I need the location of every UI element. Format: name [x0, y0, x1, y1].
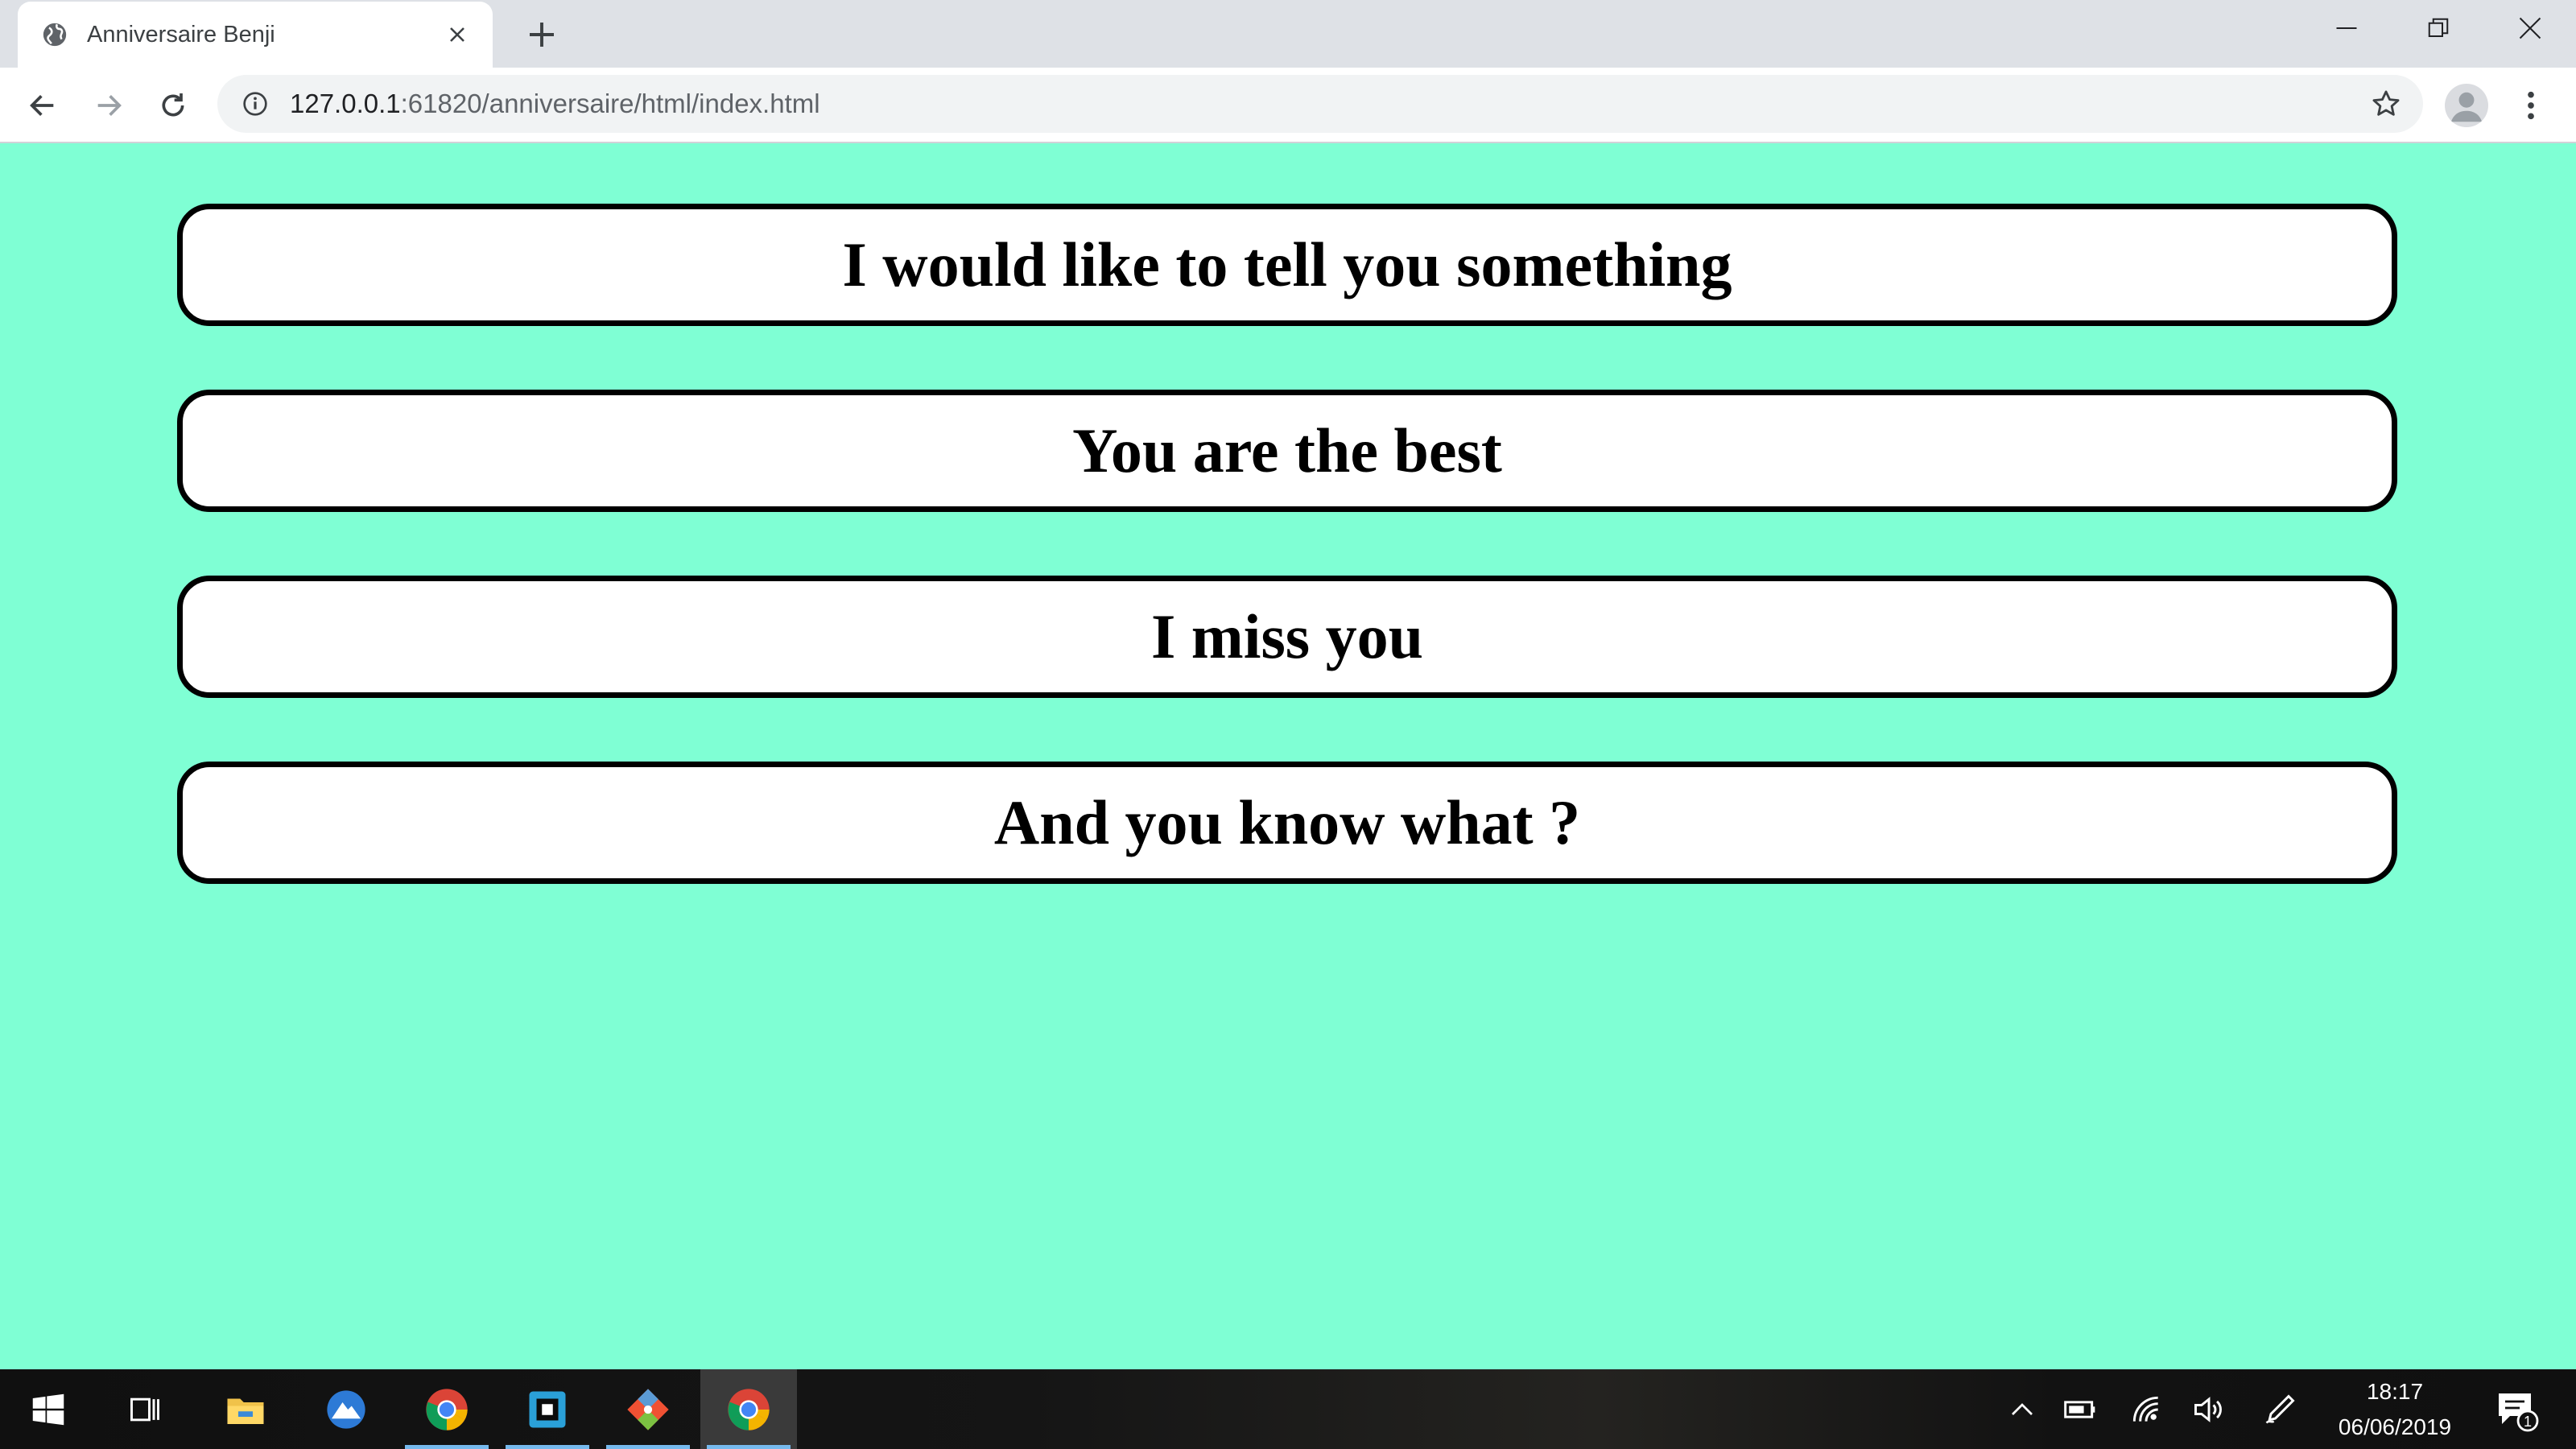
- menu-icon[interactable]: [2513, 84, 2549, 127]
- back-icon[interactable]: [21, 84, 64, 127]
- windows-start-icon[interactable]: [0, 1369, 97, 1449]
- browser-tab[interactable]: Anniversaire Benji: [18, 2, 493, 68]
- message-box: I miss you: [177, 576, 2397, 698]
- new-tab-icon[interactable]: [523, 16, 560, 53]
- restore-icon[interactable]: [2392, 0, 2484, 56]
- globe-icon: [40, 20, 69, 49]
- battery-icon[interactable]: [2054, 1369, 2106, 1449]
- page-content: I would like to tell you something You a…: [0, 143, 2576, 1369]
- volume-icon[interactable]: [2183, 1369, 2235, 1449]
- close-window-icon[interactable]: [2484, 0, 2576, 56]
- file-explorer-icon[interactable]: [197, 1369, 294, 1449]
- system-clock[interactable]: 18:17 06/06/2019: [2318, 1369, 2471, 1449]
- clock-date: 06/06/2019: [2338, 1414, 2452, 1439]
- forward-icon[interactable]: [87, 84, 130, 127]
- address-bar[interactable]: 127.0.0.1:61820/anniversaire/html/index.…: [217, 75, 2423, 133]
- pen-icon[interactable]: [2254, 1369, 2306, 1449]
- taskbar: 18:17 06/06/2019 1: [0, 1369, 2576, 1449]
- notifications-icon[interactable]: 1: [2487, 1369, 2545, 1449]
- chevron-up-icon[interactable]: [1996, 1369, 2048, 1449]
- tab-strip: Anniversaire Benji: [0, 0, 2576, 68]
- notification-count: 1: [2524, 1414, 2532, 1430]
- message-box: You are the best: [177, 390, 2397, 512]
- reload-icon[interactable]: [151, 84, 195, 127]
- minimize-icon[interactable]: [2301, 0, 2392, 56]
- url-host: 127.0.0.1: [290, 89, 401, 118]
- chrome-icon[interactable]: [398, 1369, 495, 1449]
- message-box: And you know what ?: [177, 762, 2397, 884]
- info-icon[interactable]: [242, 90, 269, 118]
- url-path: :61820/anniversaire/html/index.html: [400, 89, 820, 118]
- browser-toolbar: 127.0.0.1:61820/anniversaire/html/index.…: [0, 68, 2576, 143]
- bookmark-star-icon[interactable]: [2368, 86, 2404, 122]
- profile-icon[interactable]: [2445, 84, 2488, 127]
- message-box: I would like to tell you something: [177, 204, 2397, 326]
- blue-app-icon[interactable]: [298, 1369, 394, 1449]
- clock-time: 18:17: [2366, 1378, 2424, 1404]
- wifi-icon[interactable]: [2120, 1369, 2172, 1449]
- close-tab-icon[interactable]: [441, 19, 473, 51]
- chrome-active-icon[interactable]: [700, 1369, 797, 1449]
- url-text: 127.0.0.1:61820/anniversaire/html/index.…: [290, 89, 2368, 119]
- git-app-icon[interactable]: [600, 1369, 696, 1449]
- square-app-icon[interactable]: [499, 1369, 596, 1449]
- tab-title: Anniversaire Benji: [87, 21, 275, 47]
- task-view-icon[interactable]: [97, 1369, 193, 1449]
